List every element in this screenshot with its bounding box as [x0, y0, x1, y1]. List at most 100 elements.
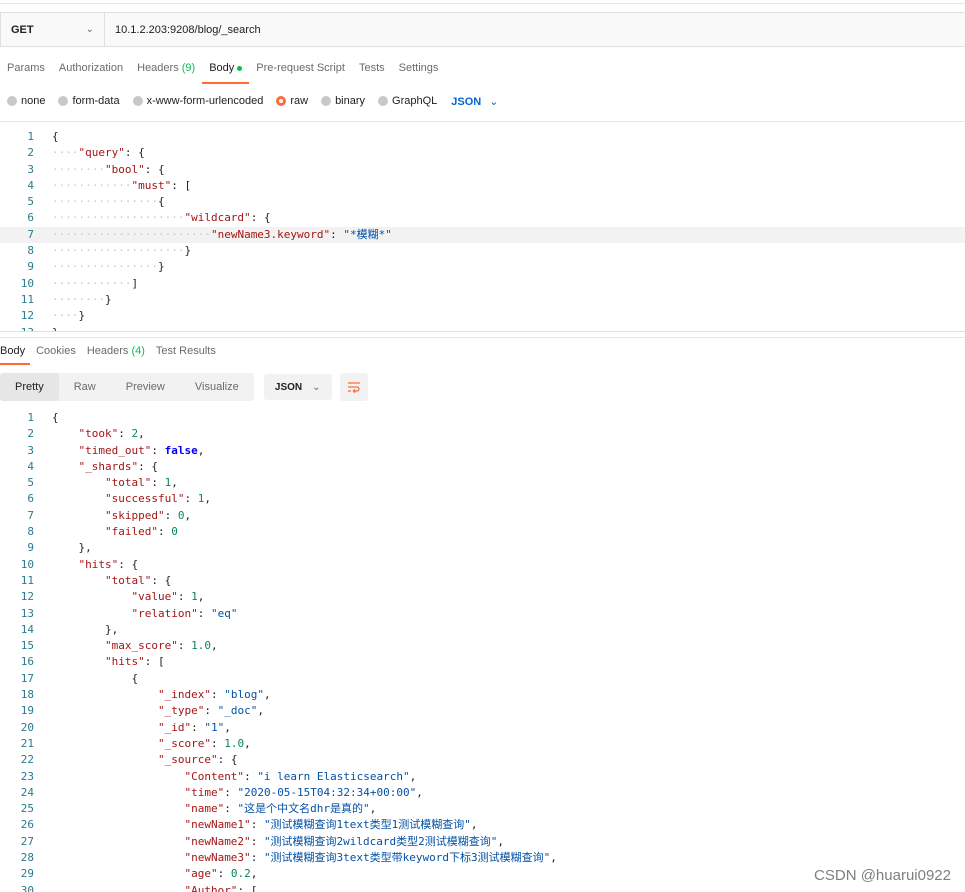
radio-icon [321, 96, 332, 106]
code-line: 24 "time": "2020-05-15T04:32:34+00:00", [0, 785, 965, 801]
line-text: ············"must": [ [52, 178, 192, 192]
line-text: "_source": { [157, 753, 238, 767]
radio-binary[interactable]: binary [321, 95, 365, 107]
line-number: 24 [20, 785, 34, 799]
method-select[interactable]: GET ⌄ [1, 13, 105, 46]
tab-pre-request-script[interactable]: Pre-request Script [249, 60, 352, 82]
view-raw[interactable]: Raw [59, 373, 111, 401]
line-text: ················} [52, 260, 165, 274]
code-line: 11 ········} [0, 292, 965, 308]
line-number: 12 [20, 590, 34, 604]
radio-form-data[interactable]: form-data [58, 95, 120, 107]
view-visualize[interactable]: Visualize [180, 373, 254, 401]
code-line: 6 ····················"wildcard": { [0, 210, 965, 226]
tab-response-headers[interactable]: Headers (4) [87, 343, 150, 363]
tab-label: Cookies [36, 345, 76, 357]
line-text: ················{ [52, 195, 165, 209]
code-line: 13 "relation": "eq" [0, 606, 965, 622]
tab-settings[interactable]: Settings [392, 60, 446, 82]
code-line: 1{ [0, 129, 965, 145]
line-number: 7 [27, 508, 34, 522]
line-text: "_type": "_doc", [157, 704, 264, 718]
tab-count: (4) [131, 345, 145, 357]
tab-params[interactable]: Params [0, 60, 52, 82]
format-label: JSON [274, 381, 303, 393]
request-body-editor[interactable]: 1{2 ····"query": {3 ········"bool": {4 ····… [0, 129, 965, 331]
radio-raw[interactable]: raw [276, 95, 308, 107]
tab-label: Params [7, 62, 45, 74]
tab-response-body[interactable]: Body [0, 343, 31, 365]
tab-label: Authorization [58, 62, 124, 74]
code-line: 20 "_id": "1", [0, 720, 965, 736]
code-line: 8 ····················} [0, 243, 965, 259]
radio-selected-icon [276, 96, 287, 106]
response-format-select[interactable]: JSON ⌄ [263, 374, 332, 400]
code-line: 16 "hits": [ [0, 654, 965, 670]
line-number: 8 [27, 525, 34, 539]
radio-label: x-www-form-urlencoded [146, 95, 264, 107]
code-line: 7 "skipped": 0, [0, 508, 965, 524]
radio-label: form-data [72, 95, 120, 107]
radio-graphql[interactable]: GraphQL [378, 95, 437, 107]
line-number: 27 [20, 834, 34, 848]
line-text: }, [78, 541, 92, 555]
tab-label: Pre-request Script [256, 62, 345, 74]
tab-cookies[interactable]: Cookies [36, 343, 81, 363]
tab-tests[interactable]: Tests [352, 60, 392, 82]
radio-x-www-form-urlencoded[interactable]: x-www-form-urlencoded [132, 95, 264, 107]
code-line: 22 "_source": { [0, 752, 965, 768]
request-tabs: Params Authorization Headers (9) Body Pr… [0, 60, 445, 84]
code-line: 14 }, [0, 622, 965, 638]
radio-icon [378, 96, 389, 106]
divider [0, 331, 965, 332]
line-number: 9 [27, 260, 34, 274]
wrap-lines-button[interactable] [339, 373, 368, 401]
line-number: 10 [20, 557, 34, 571]
view-preview[interactable]: Preview [111, 373, 180, 401]
code-line: 19 "_type": "_doc", [0, 703, 965, 719]
line-number: 20 [20, 720, 34, 734]
request-url-bar: GET ⌄ 10.1.2.203:9208/blog/_search [0, 12, 965, 47]
radio-none[interactable]: none [7, 95, 45, 107]
line-number: 3 [27, 443, 34, 457]
raw-format-select[interactable]: JSON ⌄ [451, 95, 498, 108]
line-number: 21 [20, 736, 34, 750]
line-text: ········} [52, 292, 112, 306]
code-line: 10 ············] [0, 276, 965, 292]
view-pretty[interactable]: Pretty [0, 373, 59, 401]
code-line: 9 ················} [0, 259, 965, 275]
radio-label: binary [335, 95, 366, 107]
line-text: "successful": 1, [104, 492, 211, 506]
line-text: ························"newName3.keywor… [52, 227, 392, 241]
tab-body[interactable]: Body [202, 60, 250, 84]
code-line: 21 "_score": 1.0, [0, 736, 965, 752]
code-line: 3 "timed_out": false, [0, 443, 965, 459]
tab-headers[interactable]: Headers (9) [130, 60, 202, 82]
code-line: 1{ [0, 410, 965, 426]
code-line: 30 "Author": [ [0, 883, 965, 892]
code-line: 10 "hits": { [0, 557, 965, 573]
tab-count: (9) [181, 62, 196, 74]
line-number: 11 [20, 292, 34, 306]
line-text: "hits": [ [104, 655, 165, 669]
line-text: "newName2": "测试模糊查询2wildcard类型2测试模糊查询", [184, 834, 505, 848]
tab-label: Test Results [155, 345, 216, 357]
code-line: 15 "max_score": 1.0, [0, 638, 965, 654]
line-number: 14 [20, 622, 34, 636]
tab-test-results[interactable]: Test Results [156, 343, 221, 363]
line-text: { [131, 671, 139, 685]
response-body-viewer[interactable]: 1{2 "took": 2, 3 "timed_out": false, 4 "_s… [0, 410, 965, 892]
line-text: "total": { [104, 573, 172, 587]
line-text: "timed_out": false, [78, 443, 205, 457]
tab-authorization[interactable]: Authorization [52, 60, 130, 82]
url-input[interactable]: 10.1.2.203:9208/blog/_search [105, 24, 261, 36]
line-number: 6 [27, 492, 34, 506]
format-label: JSON [451, 95, 482, 108]
response-tabs: Body Cookies Headers (4) Test Results [0, 343, 227, 367]
line-number: 25 [20, 802, 34, 816]
code-line: 7 ························"newName3.keywo… [0, 226, 965, 244]
line-number: 1 [27, 130, 34, 143]
tab-label: Headers [86, 345, 132, 357]
line-text: "skipped": 0, [104, 508, 192, 522]
divider [0, 121, 965, 122]
